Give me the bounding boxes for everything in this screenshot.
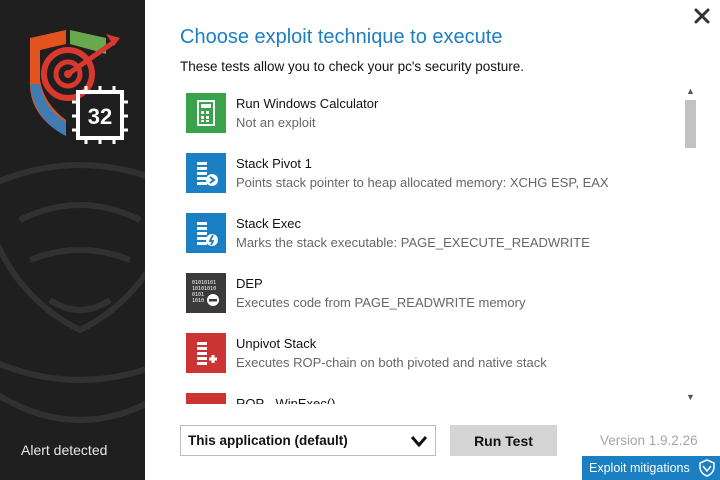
item-name: Stack Exec — [236, 216, 302, 231]
item-description: Executes ROP-chain on both pivoted and n… — [236, 355, 547, 370]
lion-texture-icon — [0, 162, 145, 423]
page-subtitle: These tests allow you to check your pc's… — [180, 59, 524, 74]
list-item-rop-winexec[interactable]: ROP - WinExec() — [185, 386, 675, 404]
list-item-stack-exec[interactable]: Stack Exec Marks the stack executable: P… — [185, 206, 675, 266]
item-name: Stack Pivot 1 — [236, 156, 312, 171]
list-item-dep[interactable]: 01010101 10101010 0101 1010 DEP Executes co… — [185, 266, 675, 326]
page-title: Choose exploit technique to execute — [180, 26, 503, 48]
item-name: ROP - WinExec() — [236, 396, 336, 404]
scroll-up-icon[interactable]: ▲ — [683, 84, 698, 98]
item-description: Not an exploit — [236, 115, 316, 130]
target-select[interactable]: This application (default) — [180, 425, 436, 456]
svg-text:1010: 1010 — [192, 298, 204, 304]
list-scrollbar[interactable]: ▲ ▼ — [683, 84, 698, 404]
item-name: Run Windows Calculator — [236, 96, 379, 111]
version-label: Version 1.9.2.26 — [600, 433, 698, 448]
test-list: Run Windows Calculator Not an exploit St… — [185, 86, 675, 404]
target-select-value: This application (default) — [188, 433, 348, 448]
stack-exec-icon — [186, 213, 226, 253]
list-item-calculator[interactable]: Run Windows Calculator Not an exploit — [185, 86, 675, 146]
close-icon[interactable] — [692, 6, 712, 26]
alert-status: Alert detected — [21, 442, 108, 458]
stack-pivot-icon — [186, 153, 226, 193]
item-description: Points stack pointer to heap allocated m… — [236, 175, 609, 190]
run-test-button[interactable]: Run Test — [450, 425, 557, 456]
bitness-badge: 32 — [88, 104, 112, 129]
dep-icon: 010101011010101001011010 — [186, 273, 226, 313]
item-description: Executes code from PAGE_READWRITE memory — [236, 295, 526, 310]
app-logo: 32 — [29, 30, 128, 144]
scroll-down-icon[interactable]: ▼ — [683, 390, 698, 404]
unpivot-icon — [186, 333, 226, 373]
shield-icon — [699, 459, 715, 477]
chevron-down-icon — [410, 436, 428, 448]
mitigations-label: Exploit mitigations — [589, 461, 690, 475]
item-name: DEP — [236, 276, 263, 291]
main-panel: Choose exploit technique to execute Thes… — [145, 0, 720, 480]
scroll-thumb[interactable] — [685, 100, 696, 148]
list-item-unpivot-stack[interactable]: Unpivot Stack Executes ROP-chain on both… — [185, 326, 675, 386]
calculator-icon — [186, 93, 226, 133]
sidebar: 32 Alert detected — [0, 0, 145, 480]
list-item-stack-pivot[interactable]: Stack Pivot 1 Points stack pointer to he… — [185, 146, 675, 206]
item-description: Marks the stack executable: PAGE_EXECUTE… — [236, 235, 590, 250]
rop-icon — [186, 393, 226, 404]
item-name: Unpivot Stack — [236, 336, 317, 351]
exploit-mitigations-button[interactable]: Exploit mitigations — [582, 456, 720, 480]
